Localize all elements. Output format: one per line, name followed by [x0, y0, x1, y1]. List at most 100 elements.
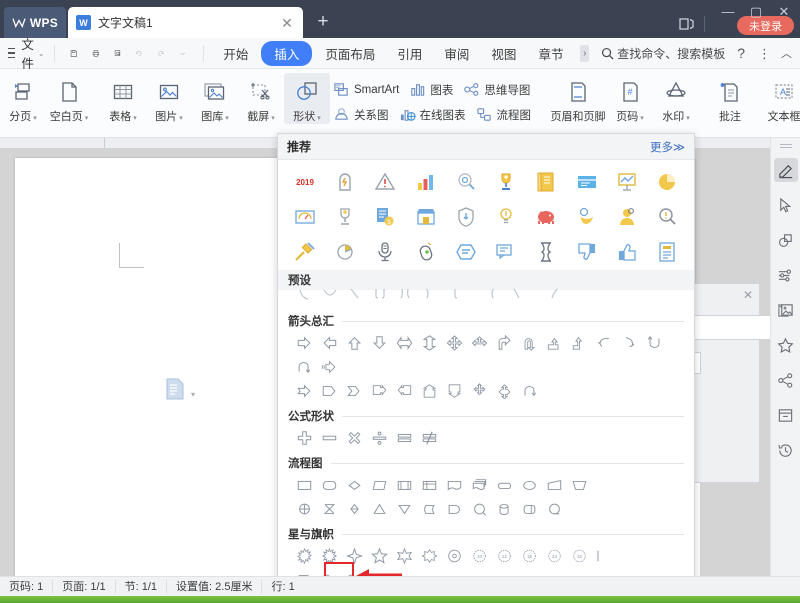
- pie-slice-icon[interactable]: [332, 239, 358, 265]
- sidebar-item-settings[interactable]: [774, 263, 798, 287]
- ribbon-tab-section[interactable]: 章节: [529, 41, 572, 66]
- ribbon-button-shapes[interactable]: 形状 ▾: [284, 73, 330, 124]
- list-doc-icon[interactable]: [654, 239, 680, 265]
- shape-arc-3[interactable]: [541, 284, 566, 308]
- maximize-icon[interactable]: ▢: [743, 2, 769, 22]
- ribbon-button-page-number[interactable]: # 页码 ▾: [607, 73, 653, 124]
- ribbon-button-table[interactable]: 表格 ▾: [100, 73, 146, 124]
- shape-arrow-pentagon[interactable]: [317, 379, 342, 403]
- search-command-box[interactable]: 查找命令、搜索模板: [601, 45, 725, 62]
- shape-arc-1[interactable]: [479, 284, 504, 308]
- shape-arrow-circular[interactable]: [517, 379, 542, 403]
- shape-arrow-right[interactable]: [292, 331, 317, 355]
- ribbon-button-screenshot[interactable]: 截屏 ▾: [238, 73, 284, 124]
- shape-plus[interactable]: [292, 426, 317, 450]
- ribbon-item-smartart[interactable]: SmartArt: [333, 81, 399, 98]
- shape-arrow-callout-down[interactable]: [442, 379, 467, 403]
- sidebar-item-favorite[interactable]: [774, 333, 798, 357]
- shape-arrow-left[interactable]: [317, 331, 342, 355]
- shape-fc-manual-input[interactable]: [542, 473, 567, 497]
- shape-explosion-2[interactable]: [317, 544, 342, 568]
- shape-fc-alternate[interactable]: [317, 473, 342, 497]
- shape-arc-2[interactable]: [504, 284, 529, 308]
- shape-fc-sort[interactable]: [342, 497, 367, 521]
- user-badge-icon[interactable]: [614, 204, 640, 230]
- notebook-icon[interactable]: [533, 169, 559, 195]
- ribbon-button-textbox[interactable]: A 文本框: [761, 73, 800, 124]
- lightbulb-icon[interactable]: [493, 204, 519, 230]
- pie-chart-icon[interactable]: [654, 169, 680, 195]
- chevron-down-icon[interactable]: ▾: [191, 390, 195, 399]
- shape-arrow-up[interactable]: [342, 331, 367, 355]
- ribbon-tab-overflow-button[interactable]: ›: [580, 44, 590, 62]
- shape-bracket-1[interactable]: [367, 284, 392, 308]
- shape-fc-manual-op[interactable]: [567, 473, 592, 497]
- minimize-icon[interactable]: —: [715, 2, 741, 22]
- shape-fc-collate[interactable]: [317, 497, 342, 521]
- bar-chart-icon[interactable]: [413, 169, 439, 195]
- ribbon-tab-reference[interactable]: 引用: [388, 41, 431, 66]
- shape-arrow-curved-left[interactable]: [592, 331, 617, 355]
- shape-explosion-1[interactable]: [292, 544, 317, 568]
- shape-bracket-2[interactable]: [392, 284, 417, 308]
- shape-arrow-callout-quad[interactable]: [467, 379, 492, 403]
- collapse-ribbon-icon[interactable]: ︿: [781, 45, 792, 61]
- new-tab-button[interactable]: +: [312, 12, 334, 34]
- close-icon[interactable]: ✕: [743, 288, 753, 302]
- sidebar-item-archive[interactable]: [774, 403, 798, 427]
- chevron-down-icon[interactable]: ⌄: [38, 49, 45, 58]
- shape-arrow-curved-up[interactable]: [642, 331, 667, 355]
- ribbon-tab-pagelayout[interactable]: 页面布局: [316, 41, 384, 66]
- presentation-chart-icon[interactable]: [614, 169, 640, 195]
- shape-arrow-up-down[interactable]: [417, 331, 442, 355]
- shape-fc-multidoc[interactable]: [467, 473, 492, 497]
- shapes-dropdown-panel[interactable]: 推荐 更多≫ 2019 $ 预设 箭头总汇 公式形状 流程图 星与旗帜 10 1…: [277, 133, 695, 603]
- shape-arrow-bent-right[interactable]: [492, 331, 517, 355]
- ribbon-button-comment[interactable]: 批注: [707, 73, 753, 124]
- shape-arrow-bent-up2[interactable]: [567, 331, 592, 355]
- shape-fc-stored-data[interactable]: [417, 497, 442, 521]
- ribbon-tab-view[interactable]: 视图: [482, 41, 525, 66]
- shape-arrow-u-turn[interactable]: [517, 331, 542, 355]
- shape-minus[interactable]: [317, 426, 342, 450]
- shape-star-10-point[interactable]: 10: [467, 544, 492, 568]
- mouse-icon[interactable]: [413, 239, 439, 265]
- ribbon-item-relation-diagram[interactable]: 关系图: [333, 106, 389, 123]
- shape-not-equal[interactable]: [417, 426, 442, 450]
- sidebar-item-shape-tool[interactable]: [774, 228, 798, 252]
- ribbon-item-flowchart[interactable]: 流程图: [476, 106, 531, 123]
- shape-fc-sequential[interactable]: [542, 497, 567, 521]
- shape-star-6-point[interactable]: [392, 544, 417, 568]
- shape-ribbon-1[interactable]: [592, 544, 604, 568]
- shape-multiply[interactable]: [342, 426, 367, 450]
- shape-fc-process[interactable]: [292, 473, 317, 497]
- shape-star-8-point[interactable]: [442, 544, 467, 568]
- shape-arrow-down[interactable]: [367, 331, 392, 355]
- ribbon-item-chart[interactable]: 图表: [409, 81, 453, 98]
- shape-fc-terminator[interactable]: [492, 473, 517, 497]
- shape-curve-1[interactable]: [292, 284, 317, 308]
- search-alert-icon[interactable]: [654, 204, 680, 230]
- cast-icon[interactable]: [679, 17, 695, 31]
- shape-arrow-chevron[interactable]: [342, 379, 367, 403]
- shape-star-24-point[interactable]: 24: [542, 544, 567, 568]
- close-icon[interactable]: ✕: [279, 16, 295, 30]
- print-icon[interactable]: [92, 45, 100, 62]
- shield-icon[interactable]: [453, 204, 479, 230]
- ribbon-button-page-break[interactable]: 分页 ▾: [0, 73, 46, 124]
- shape-arrow-callout-right[interactable]: [367, 379, 392, 403]
- shape-arrow-notched[interactable]: [292, 379, 317, 403]
- shape-bracket-3[interactable]: [417, 284, 442, 308]
- file-menu-label[interactable]: 文件: [21, 34, 34, 72]
- shape-arrow-tri[interactable]: [467, 331, 492, 355]
- more-options-icon[interactable]: ⋮: [758, 47, 771, 60]
- shape-fc-internal[interactable]: [417, 473, 442, 497]
- ribbon-item-mindmap[interactable]: 思维导图: [463, 81, 530, 98]
- trophy-icon[interactable]: [493, 169, 519, 195]
- shape-arrow-quad[interactable]: [442, 331, 467, 355]
- ribbon-button-header-footer[interactable]: 页眉和页脚: [549, 73, 607, 124]
- sidebar-item-pen-edit[interactable]: [773, 158, 798, 182]
- shape-arrow-callout-up[interactable]: [417, 379, 442, 403]
- shape-fc-display[interactable]: [467, 497, 492, 521]
- shape-star-16-point[interactable]: 16: [517, 544, 542, 568]
